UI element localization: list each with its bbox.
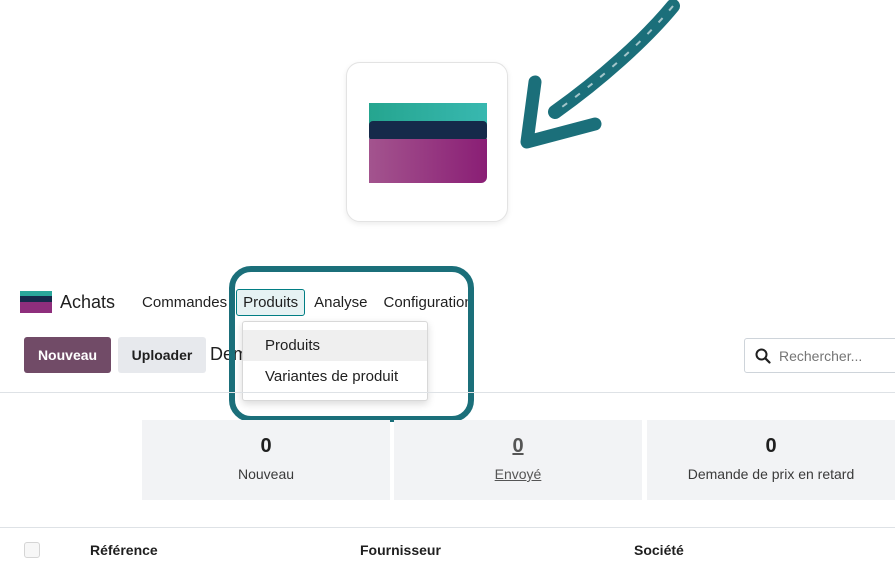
column-header-fournisseur[interactable]: Fournisseur [360, 542, 441, 558]
app-name[interactable]: Achats [60, 292, 115, 313]
search-input[interactable] [779, 347, 895, 364]
stat-value[interactable]: 0 [394, 435, 642, 458]
stat-card-demande-retard[interactable]: 0 Demande de prix en retard [647, 420, 895, 500]
stat-value: 0 [260, 435, 272, 457]
search-icon [755, 348, 771, 364]
stat-card-nouveau[interactable]: 0 Nouveau [142, 420, 390, 500]
main-navbar: Achats Commandes Produits Analyse Config… [20, 288, 482, 316]
nav-item-commandes[interactable]: Commandes [135, 289, 234, 316]
hand-drawn-arrow-icon [520, 0, 680, 149]
dropdown-item-produits[interactable]: Produits [243, 330, 427, 361]
table-header: Référence Fournisseur Société [0, 528, 895, 563]
select-all-checkbox[interactable] [24, 542, 40, 558]
purchase-app-icon [369, 103, 487, 183]
stat-label: Demande de prix en retard [687, 466, 855, 482]
purchase-app-tile[interactable] [346, 62, 508, 222]
search-box[interactable] [744, 338, 895, 373]
stat-label: Nouveau [237, 466, 295, 482]
dropdown-item-variantes-de-produit[interactable]: Variantes de produit [243, 361, 427, 392]
divider [0, 392, 895, 393]
new-button[interactable]: Nouveau [24, 337, 111, 373]
nav-item-produits[interactable]: Produits [236, 288, 306, 316]
nav-item-analyse[interactable]: Analyse [307, 289, 374, 316]
upload-button[interactable]: Uploader [118, 337, 206, 373]
stat-value: 0 [765, 435, 777, 457]
column-header-societe[interactable]: Société [634, 542, 684, 558]
purchase-app-logo-icon[interactable] [20, 291, 52, 313]
column-header-reference[interactable]: Référence [90, 542, 158, 558]
stat-label[interactable]: Envoyé [394, 466, 642, 482]
nav-item-configuration[interactable]: Configuration [376, 289, 479, 316]
produits-dropdown-menu: Produits Variantes de produit [242, 321, 428, 401]
stat-card-envoye[interactable]: 0 Envoyé [394, 420, 642, 500]
